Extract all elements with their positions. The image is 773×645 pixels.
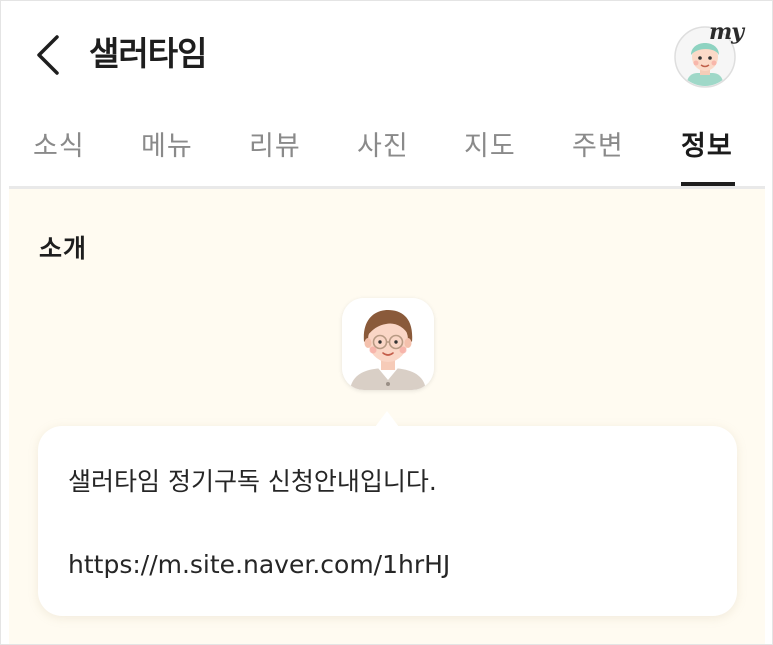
tab-map[interactable]: 지도 xyxy=(464,124,516,163)
tab-reviews[interactable]: 리뷰 xyxy=(249,124,301,163)
tab-nearby[interactable]: 주변 xyxy=(572,124,624,163)
message-text: 샐러타임 정기구독 신청안내입니다. xyxy=(68,467,437,496)
my-profile-button[interactable]: my xyxy=(673,19,744,89)
tab-bar: 소식 메뉴 리뷰 사진 지도 주변 정보 xyxy=(9,106,765,189)
section-title: 소개 xyxy=(39,234,88,263)
bubble-tail xyxy=(375,411,399,427)
tab-photos[interactable]: 사진 xyxy=(357,124,409,163)
page-title: 샐러타임 xyxy=(89,34,207,73)
message-link[interactable]: https://m.site.naver.com/1hrHJ xyxy=(68,550,450,579)
profile-avatar-card xyxy=(342,298,434,390)
info-content: 소개 샐러타임 정기구독 신청안내입니다. https://m.site.nav… xyxy=(9,189,765,644)
active-tab-indicator xyxy=(681,182,735,186)
profile-avatar xyxy=(342,298,434,390)
back-button[interactable] xyxy=(29,31,69,79)
header: 샐러타임 my xyxy=(1,1,772,106)
back-chevron-icon xyxy=(37,35,59,75)
tab-news[interactable]: 소식 xyxy=(33,124,85,163)
tab-info[interactable]: 정보 xyxy=(681,124,733,163)
app-frame: 샐러타임 my 소식 메뉴 리뷰 사진 지도 주변 정보 소개 샐러타임 정기구… xyxy=(0,0,773,645)
message-bubble: 샐러타임 정기구독 신청안내입니다. https://m.site.naver.… xyxy=(38,426,737,616)
tab-menu[interactable]: 메뉴 xyxy=(141,124,193,163)
my-label: my xyxy=(709,19,744,45)
